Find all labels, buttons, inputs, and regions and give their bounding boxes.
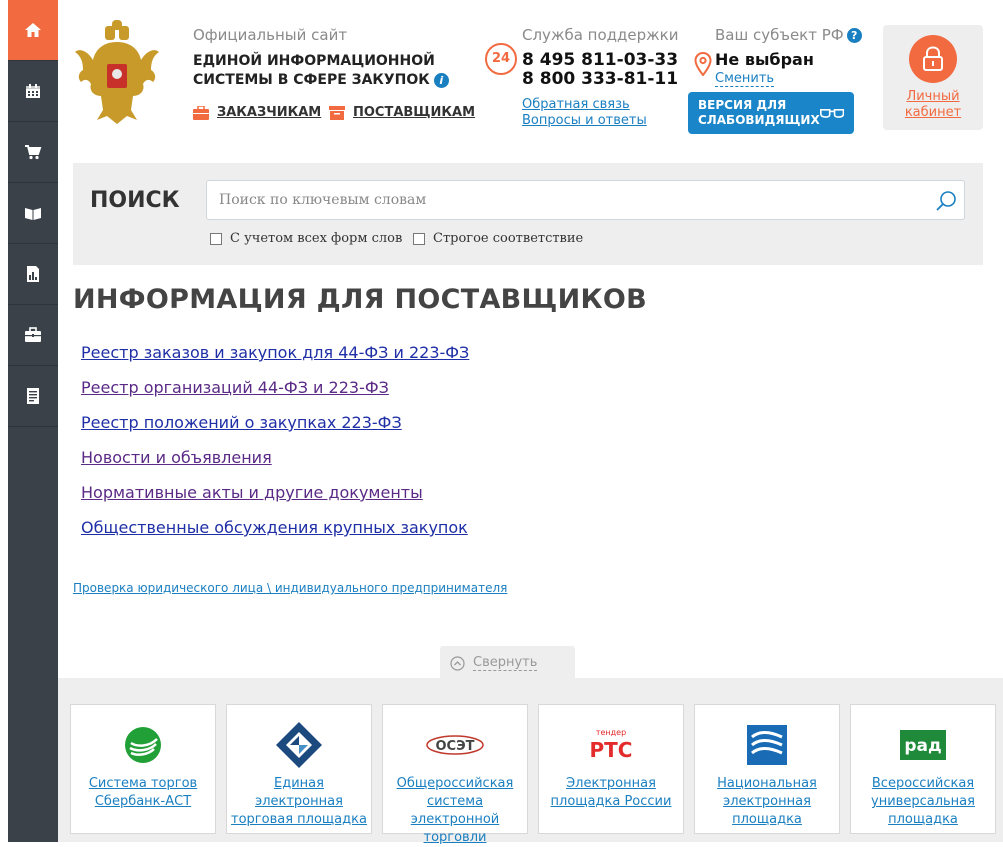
home-icon: [25, 23, 41, 37]
sidebar-item-library[interactable]: [8, 183, 58, 244]
rad-logo-text: рад: [904, 736, 941, 756]
link-regulations-registry[interactable]: Реестр положений о закупках 223-ФЗ: [81, 413, 469, 448]
lock-icon: [909, 35, 957, 83]
report-icon: [27, 266, 39, 282]
sidebar-item-business[interactable]: [8, 305, 58, 366]
collapse-button[interactable]: Свернуть: [440, 646, 575, 680]
region-label-text: Ваш субъект РФ: [715, 26, 844, 44]
etp-logo-icon: [747, 725, 787, 765]
rts-logo-small: тендер: [596, 728, 626, 737]
platform-card-sberbank[interactable]: Система торгов Сбербанк-АСТ: [70, 704, 216, 834]
24-hours-icon: 24: [485, 43, 517, 75]
link-news[interactable]: Новости и объявления: [81, 448, 469, 483]
suppliers-link-label: ПОСТАВЩИКАМ: [353, 105, 476, 120]
zakazrf-logo-text: ОСЭТ: [436, 739, 475, 754]
rad-logo-icon: рад: [900, 730, 946, 760]
customers-link-label: ЗАКАЗЧИКАМ: [217, 105, 322, 120]
platform-card-etp[interactable]: Национальная электронная площадка: [694, 704, 840, 834]
box-icon: [329, 105, 345, 120]
rts-logo-text: РТС: [590, 738, 633, 762]
location-pin-icon: [694, 52, 712, 76]
strict-match-label: Строгое соответствие: [433, 231, 584, 246]
sidebar-item-documents[interactable]: [8, 366, 58, 427]
faq-link[interactable]: Вопросы и ответы: [522, 113, 647, 128]
sidebar-item-calendar[interactable]: [8, 61, 58, 122]
search-input[interactable]: [206, 180, 965, 220]
all-word-forms-checkbox[interactable]: С учетом всех форм слов: [210, 231, 402, 246]
low-vision-line1: ВЕРСИЯ ДЛЯ: [698, 98, 787, 112]
site-name-line2-wrap: СИСТЕМЫ В СФЕРЕ ЗАКУПОК i: [193, 71, 453, 90]
info-icon[interactable]: i: [433, 73, 449, 88]
low-vision-label: ВЕРСИЯ ДЛЯ СЛАБОВИДЯЩИХ: [698, 98, 820, 128]
calendar-icon: [26, 84, 40, 98]
platform-name: Всероссийская универсальная площадка: [871, 776, 975, 827]
briefcase-icon: [25, 327, 41, 342]
region-change-link[interactable]: Сменить: [715, 71, 775, 87]
search-icon[interactable]: [935, 190, 957, 212]
site-name-line2: СИСТЕМЫ В СФЕРЕ ЗАКУПОК: [193, 72, 430, 88]
personal-cabinet-line2: кабинет: [904, 105, 962, 120]
site-label: Официальный сайт: [193, 26, 348, 44]
platform-card-roseltorg[interactable]: Единая электронная торговая площадка: [226, 704, 372, 834]
zakazrf-logo-icon: ОСЭТ: [426, 735, 484, 755]
sidebar-item-cart[interactable]: [8, 122, 58, 183]
sberbank-logo-icon: [125, 727, 161, 763]
rts-logo-icon: тендерРТС: [590, 728, 633, 762]
personal-cabinet[interactable]: Личный кабинет: [883, 25, 983, 130]
platform-name: Общероссийская система электронной торго…: [396, 776, 514, 845]
glasses-icon: [819, 108, 844, 118]
platforms-band: Система торгов Сбербанк-АСТ Единая элект…: [58, 678, 1003, 845]
platform-name: Электронная площадка России: [550, 776, 672, 809]
search-title: ПОИСК: [90, 188, 180, 213]
link-normative-acts[interactable]: Нормативные акты и другие документы: [81, 483, 469, 518]
site-name-line1: ЕДИНОЙ ИНФОРМАЦИОННОЙ: [193, 53, 435, 69]
sidebar-item-home[interactable]: [8, 0, 58, 61]
platform-name: Единая электронная торговая площадка: [231, 776, 367, 827]
supplier-links: Реестр заказов и закупок для 44-ФЗ и 223…: [81, 343, 469, 553]
roseltorg-logo-icon: [276, 722, 322, 768]
all-word-forms-label: С учетом всех форм слов: [230, 231, 403, 246]
low-vision-line2: СЛАБОВИДЯЩИХ: [698, 113, 820, 127]
link-organizations-registry[interactable]: Реестр организаций 44-ФЗ и 223-ФЗ: [81, 378, 469, 413]
platform-name: Система торгов Сбербанк-АСТ: [88, 776, 198, 809]
platform-card-rad[interactable]: рад Всероссийская универсальная площадка: [850, 704, 996, 834]
site-name[interactable]: ЕДИНОЙ ИНФОРМАЦИОННОЙ СИСТЕМЫ В СФЕРЕ ЗА…: [193, 52, 453, 90]
platform-card-rts[interactable]: тендер РТС Электронная площадка России: [538, 704, 684, 834]
cart-icon: [25, 145, 42, 160]
personal-cabinet-line1: Личный: [906, 89, 960, 104]
platform-card-zakazrf[interactable]: ОСЭТ Общероссийская система электронной …: [382, 704, 528, 845]
checkbox-box[interactable]: [413, 232, 425, 245]
sidebar: [8, 0, 58, 842]
coat-of-arms-icon[interactable]: [73, 20, 161, 125]
link-orders-registry[interactable]: Реестр заказов и закупок для 44-ФЗ и 223…: [81, 343, 469, 378]
region-value: Не выбран: [715, 50, 814, 69]
phone-1: 8 495 811-03-33: [522, 50, 679, 70]
briefcase-icon: [193, 105, 209, 120]
strict-match-checkbox[interactable]: Строгое соответствие: [413, 231, 583, 246]
low-vision-button[interactable]: ВЕРСИЯ ДЛЯ СЛАБОВИДЯЩИХ: [688, 92, 854, 134]
support-label: Служба поддержки: [522, 26, 679, 44]
chevron-up-icon: [450, 655, 465, 671]
feedback-link[interactable]: Обратная связь: [522, 97, 630, 112]
document-icon: [27, 388, 39, 404]
book-icon: [25, 208, 41, 220]
phone-2: 8 800 333-81-11: [522, 69, 679, 89]
header: Официальный сайт ЕДИНОЙ ИНФОРМАЦИОННОЙ С…: [58, 0, 1003, 160]
suppliers-link[interactable]: ПОСТАВЩИКАМ: [329, 105, 475, 120]
region-label: Ваш субъект РФ?: [715, 26, 862, 44]
checkbox-box[interactable]: [210, 232, 222, 245]
platform-name: Национальная электронная площадка: [717, 776, 817, 827]
collapse-label: Свернуть: [473, 655, 538, 671]
customers-link[interactable]: ЗАКАЗЧИКАМ: [193, 105, 321, 120]
help-icon[interactable]: ?: [846, 28, 862, 43]
legal-entity-check-link[interactable]: Проверка юридического лица \ индивидуаль…: [73, 581, 507, 595]
page-title: ИНФОРМАЦИЯ ДЛЯ ПОСТАВЩИКОВ: [73, 284, 648, 315]
link-public-discussions[interactable]: Общественные обсуждения крупных закупок: [81, 518, 469, 553]
sidebar-item-reports[interactable]: [8, 244, 58, 305]
search-panel: ПОИСК С учетом всех форм слов Строгое со…: [73, 163, 983, 265]
